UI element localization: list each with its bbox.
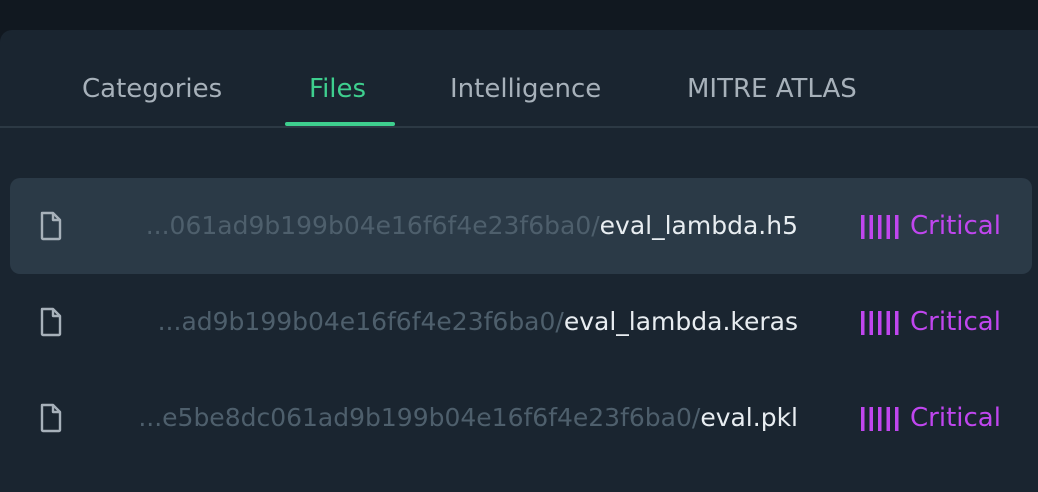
file-icon xyxy=(40,211,62,241)
severity-bars-icon xyxy=(861,311,899,335)
file-path: ...ad9b199b04e16f6f4e23f6ba0/eval_lambda… xyxy=(158,274,798,370)
tab-categories[interactable]: Categories xyxy=(82,30,222,128)
file-name: eval_lambda.keras xyxy=(563,307,798,336)
severity-bars-icon xyxy=(861,215,899,239)
severity-label: Critical xyxy=(910,307,1001,337)
file-path-prefix: ...e5be8dc061ad9b199b04e16f6f4e23f6ba0/ xyxy=(138,403,701,432)
file-path: ...e5be8dc061ad9b199b04e16f6f4e23f6ba0/e… xyxy=(138,370,798,466)
severity-bars-icon xyxy=(861,407,899,431)
tab-bar: Categories Files Intelligence MITRE ATLA… xyxy=(0,30,1038,128)
details-panel: Categories Files Intelligence MITRE ATLA… xyxy=(0,30,1038,492)
file-name: eval_lambda.h5 xyxy=(599,211,798,240)
file-path-prefix: ...061ad9b199b04e16f6f4e23f6ba0/ xyxy=(145,211,600,240)
active-tab-indicator xyxy=(285,122,395,126)
file-name: eval.pkl xyxy=(700,403,798,432)
file-row[interactable]: ...e5be8dc061ad9b199b04e16f6f4e23f6ba0/e… xyxy=(10,370,1032,466)
severity-label: Critical xyxy=(910,211,1001,241)
file-icon xyxy=(40,403,62,433)
tab-mitre-atlas[interactable]: MITRE ATLAS xyxy=(687,30,857,128)
severity-label: Critical xyxy=(910,403,1001,433)
tab-intelligence[interactable]: Intelligence xyxy=(450,30,601,128)
file-row[interactable]: ...061ad9b199b04e16f6f4e23f6ba0/eval_lam… xyxy=(10,178,1032,274)
file-path: ...061ad9b199b04e16f6f4e23f6ba0/eval_lam… xyxy=(146,178,798,274)
tab-files[interactable]: Files xyxy=(309,30,366,128)
file-row[interactable]: ...ad9b199b04e16f6f4e23f6ba0/eval_lambda… xyxy=(10,274,1032,370)
file-icon xyxy=(40,307,62,337)
file-path-prefix: ...ad9b199b04e16f6f4e23f6ba0/ xyxy=(157,307,564,336)
top-bar xyxy=(0,0,1038,30)
